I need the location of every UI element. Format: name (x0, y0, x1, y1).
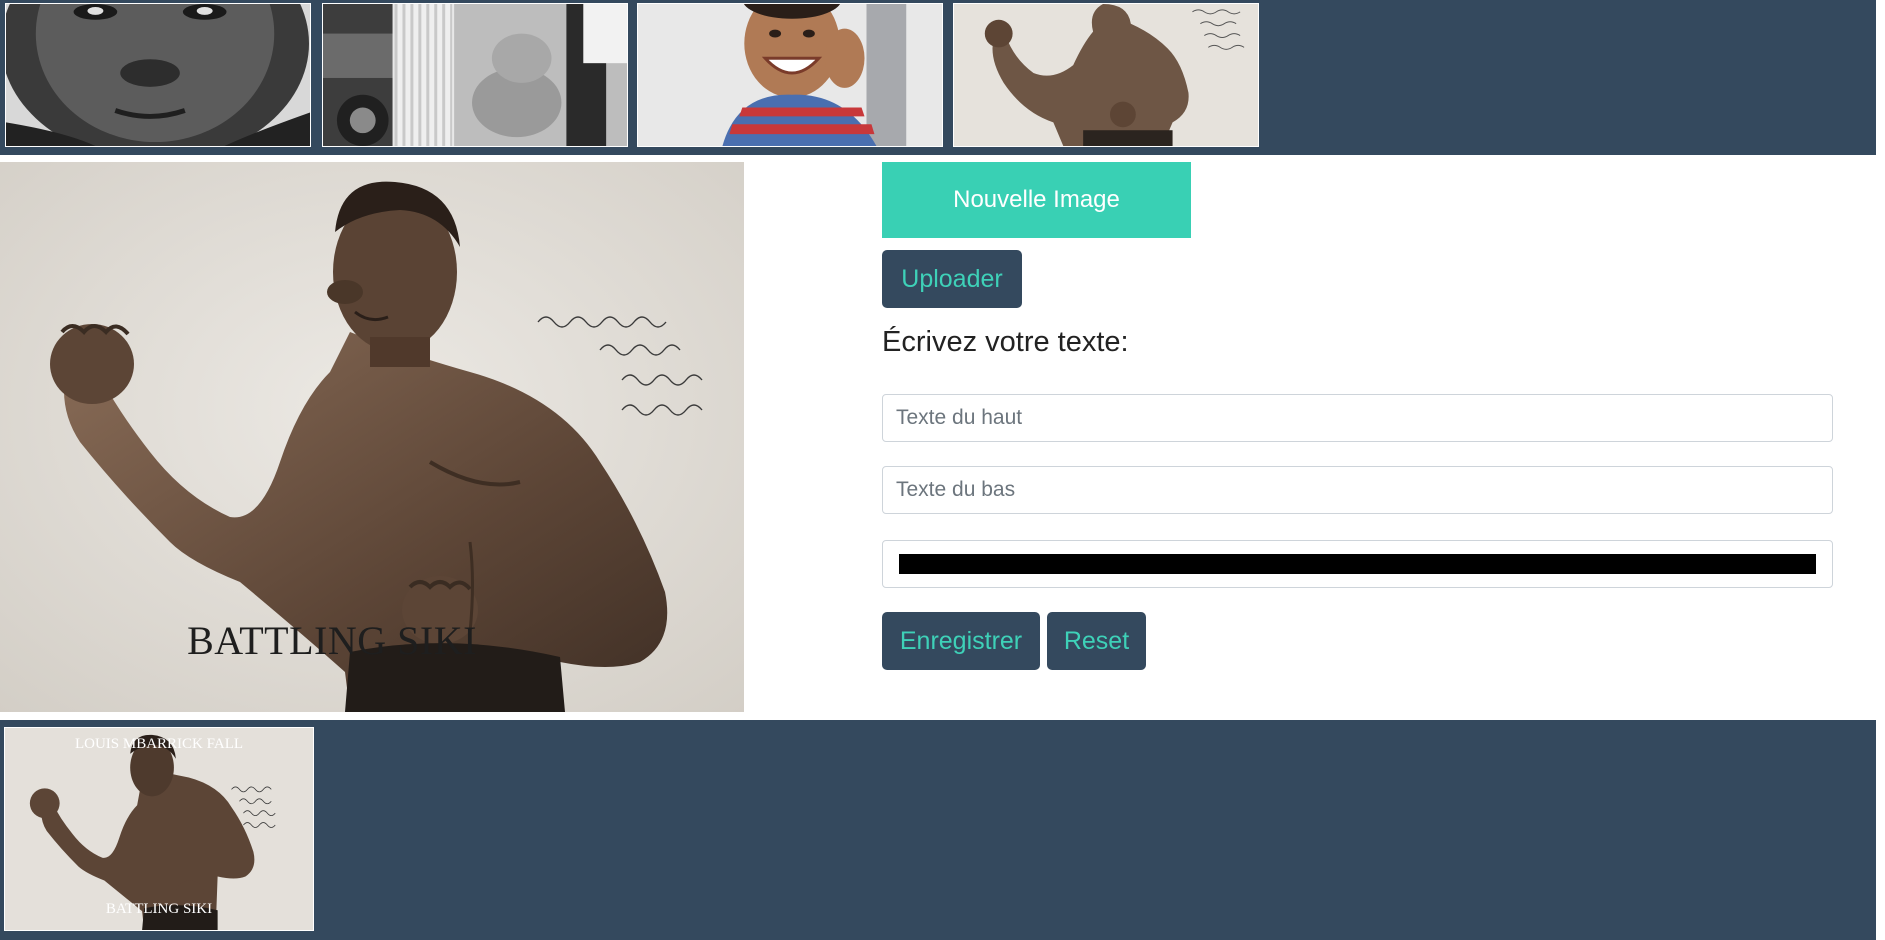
boxer-thumb-image (954, 4, 1258, 146)
woman-car-image (323, 4, 627, 146)
gallery-thumb-portrait[interactable] (5, 3, 311, 147)
meme-bottom-text: BATTLING SIKI (187, 618, 477, 663)
top-text-input[interactable] (882, 394, 1833, 442)
gallery-thumb-smiling-boy[interactable] (637, 3, 943, 147)
reset-button[interactable]: Reset (1047, 612, 1146, 670)
save-button[interactable]: Enregistrer (882, 612, 1040, 670)
new-image-button[interactable]: Nouvelle Image (882, 162, 1191, 238)
saved-boxer-image (5, 728, 313, 930)
saved-meme-thumb[interactable]: LOUIS MBARRICK FALL BATTLING SIKI (4, 727, 314, 931)
meme-canvas: BATTLING SIKI (0, 162, 744, 712)
upload-button[interactable]: Uploader (882, 250, 1022, 308)
text-color-picker[interactable] (882, 540, 1833, 588)
bottom-text-input[interactable] (882, 466, 1833, 514)
saved-meme-top-text: LOUIS MBARRICK FALL (74, 736, 244, 752)
gallery-thumb-boxer[interactable] (953, 3, 1259, 147)
smiling-boy-image (638, 4, 942, 146)
saved-meme-bottom-text: BATTLING SIKI (105, 901, 213, 917)
color-swatch (899, 554, 1816, 574)
gallery-strip (0, 0, 1876, 155)
text-form-heading: Écrivez votre texte: (882, 326, 1129, 358)
gallery-thumb-woman-car[interactable] (322, 3, 628, 147)
portrait-image (6, 4, 310, 146)
saved-memes-strip: LOUIS MBARRICK FALL BATTLING SIKI (0, 720, 1876, 940)
